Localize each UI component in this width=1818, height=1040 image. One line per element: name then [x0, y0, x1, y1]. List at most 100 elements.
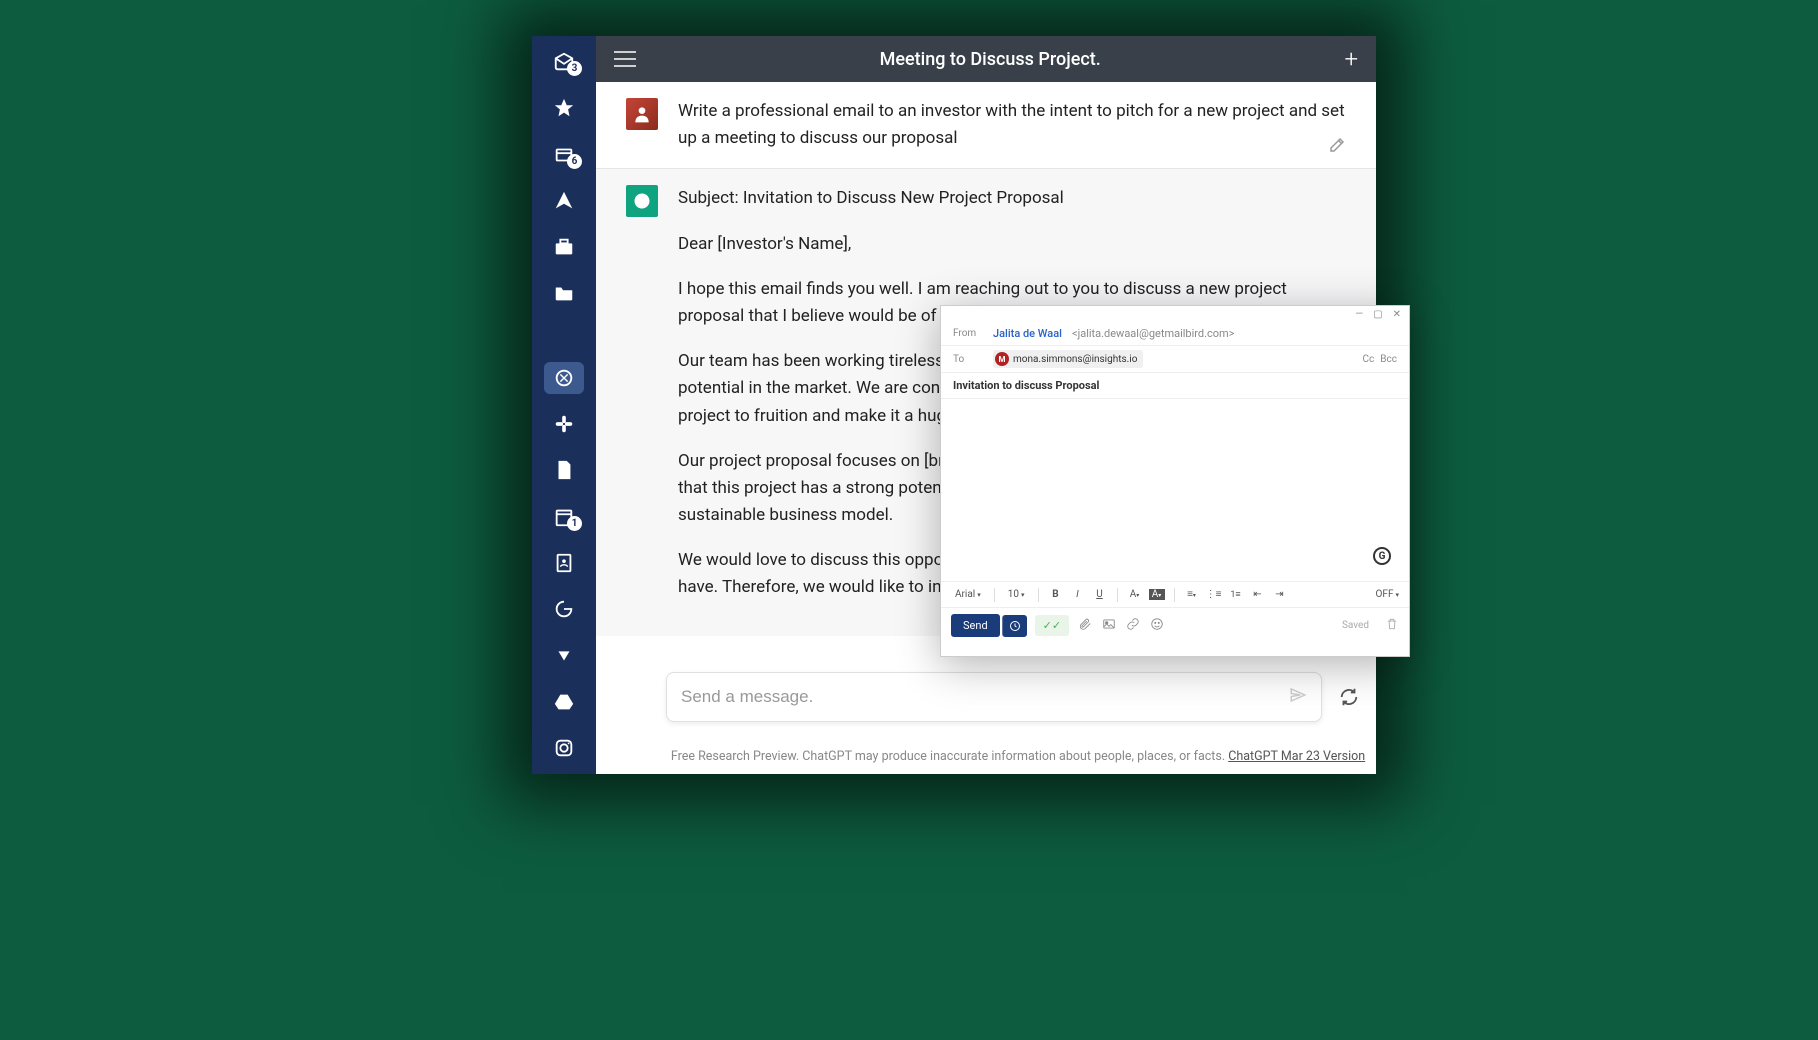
assistant-avatar: [626, 185, 658, 217]
inbox-badge: 3: [567, 61, 582, 76]
chat-title: Meeting to Discuss Project.: [880, 49, 1101, 70]
bullets-button[interactable]: ⋮≡: [1206, 589, 1222, 600]
sidebar-calendar[interactable]: 1: [544, 500, 584, 532]
indent-button[interactable]: ⇥: [1272, 589, 1288, 600]
italic-button[interactable]: I: [1070, 589, 1086, 600]
sidebar-inbox[interactable]: 3: [544, 46, 584, 78]
menu-button[interactable]: [614, 51, 636, 67]
footer-disclaimer: Free Research Preview. ChatGPT may produ…: [660, 749, 1376, 764]
sidebar-starred[interactable]: [544, 92, 584, 124]
cal-badge: 1: [567, 516, 582, 531]
file-icon: [553, 459, 575, 481]
tracking-toggle[interactable]: OFF: [1376, 589, 1394, 600]
action-toolbar: Send ✓✓ Saved: [941, 607, 1409, 643]
to-label: To: [953, 354, 983, 365]
to-row: To M mona.simmons@insights.io Cc Bcc: [941, 346, 1409, 373]
discard-button[interactable]: [1385, 617, 1399, 634]
briefcase-icon: [553, 236, 575, 258]
underline-button[interactable]: U: [1092, 589, 1108, 600]
emoji-button[interactable]: [1149, 617, 1165, 634]
openai-icon: [553, 367, 575, 389]
chat-header: Meeting to Discuss Project. +: [596, 36, 1376, 82]
numbered-button[interactable]: 1≡: [1228, 589, 1244, 600]
user-avatar: [626, 98, 658, 130]
bold-button[interactable]: B: [1048, 589, 1064, 600]
assistant-greeting: Dear [Investor's Name],: [678, 231, 1346, 258]
sidebar-folder[interactable]: [544, 277, 584, 309]
from-email: <jalita.dewaal@getmailbird.com>: [1072, 327, 1234, 340]
star-icon: [553, 97, 575, 119]
to-chip[interactable]: M mona.simmons@insights.io: [993, 350, 1143, 368]
from-label: From: [953, 328, 983, 339]
sidebar-chatgpt[interactable]: [544, 362, 584, 394]
sidebar: 3 6 1: [532, 36, 596, 774]
to-initial: M: [995, 352, 1009, 366]
link-icon: [1126, 617, 1140, 631]
sidebar-nav-down[interactable]: [544, 639, 584, 671]
grammarly-icon[interactable]: G: [1373, 547, 1391, 565]
assistant-subject-line: Subject: Invitation to Discuss New Proje…: [678, 185, 1346, 212]
instagram-icon: [553, 737, 575, 759]
bcc-button[interactable]: Bcc: [1380, 354, 1397, 365]
to-email: mona.simmons@insights.io: [1013, 354, 1137, 365]
fontsize-select[interactable]: 10 ▾: [1004, 589, 1029, 600]
maximize-button[interactable]: ▢: [1373, 309, 1382, 320]
sidebar-briefcase[interactable]: [544, 231, 584, 263]
message-input[interactable]: [681, 687, 1289, 707]
sidebar-file[interactable]: [544, 454, 584, 486]
footer-text: Free Research Preview. ChatGPT may produ…: [671, 749, 1228, 764]
edit-message-button[interactable]: [1328, 136, 1346, 158]
image-icon: [1102, 617, 1116, 631]
emoji-icon: [1150, 617, 1164, 631]
cc-button[interactable]: Cc: [1363, 354, 1375, 365]
paperclip-icon: [1078, 617, 1092, 631]
send-button[interactable]: [1289, 686, 1307, 708]
refresh-icon: [1338, 686, 1360, 708]
new-chat-button[interactable]: +: [1344, 45, 1358, 73]
spellcheck-button[interactable]: ✓✓: [1035, 615, 1069, 636]
trash-icon: [1385, 617, 1399, 631]
font-select[interactable]: Arial ▾: [951, 589, 985, 600]
user-message-text: Write a professional email to an investo…: [678, 98, 1346, 152]
sidebar-contacts[interactable]: [544, 547, 584, 579]
user-message: Write a professional email to an investo…: [596, 82, 1376, 168]
format-toolbar: Arial ▾ 10 ▾ B I U A▾ A▾ ≡▾ ⋮≡ 1≡ ⇤ ⇥ OF…: [941, 581, 1409, 607]
regenerate-button[interactable]: [1338, 686, 1360, 712]
link-button[interactable]: [1125, 617, 1141, 634]
slack-icon: [553, 413, 575, 435]
drive-icon: [553, 691, 575, 713]
from-row: From Jalita de Waal <jalita.dewaal@getma…: [941, 322, 1409, 346]
outdent-button[interactable]: ⇤: [1250, 589, 1266, 600]
image-button[interactable]: [1101, 617, 1117, 634]
folder-icon: [553, 282, 575, 304]
compose-titlebar: — ▢ ✕: [941, 306, 1409, 322]
triangle-down-icon: [553, 644, 575, 666]
sidebar-drive[interactable]: [544, 685, 584, 717]
sidebar-google[interactable]: [544, 593, 584, 625]
send-icon: [1289, 686, 1307, 704]
send-email-button[interactable]: Send: [951, 614, 1000, 637]
sidebar-send[interactable]: [544, 185, 584, 217]
edit-icon: [1328, 136, 1346, 154]
sidebar-slack[interactable]: [544, 408, 584, 440]
from-name[interactable]: Jalita de Waal: [993, 327, 1062, 340]
compose-body[interactable]: G: [941, 399, 1409, 581]
saved-status: Saved: [1342, 620, 1369, 631]
google-icon: [553, 598, 575, 620]
compose-window: — ▢ ✕ From Jalita de Waal <jalita.dewaal…: [940, 305, 1410, 657]
sidebar-instagram[interactable]: [544, 732, 584, 764]
close-button[interactable]: ✕: [1393, 309, 1401, 320]
footer-version-link[interactable]: ChatGPT Mar 23 Version: [1228, 749, 1365, 764]
minimize-button[interactable]: —: [1355, 309, 1363, 320]
attach-button[interactable]: [1077, 617, 1093, 634]
all-badge: 6: [567, 154, 582, 169]
contacts-icon: [553, 552, 575, 574]
highlight-button[interactable]: A▾: [1149, 589, 1165, 600]
message-input-bar: [666, 672, 1322, 722]
textcolor-button[interactable]: A▾: [1127, 589, 1143, 600]
clock-icon: [1009, 620, 1021, 632]
align-button[interactable]: ≡▾: [1184, 589, 1200, 600]
send-options-button[interactable]: [1002, 615, 1027, 637]
sidebar-all[interactable]: 6: [544, 139, 584, 171]
subject-field[interactable]: Invitation to discuss Proposal: [941, 373, 1409, 399]
